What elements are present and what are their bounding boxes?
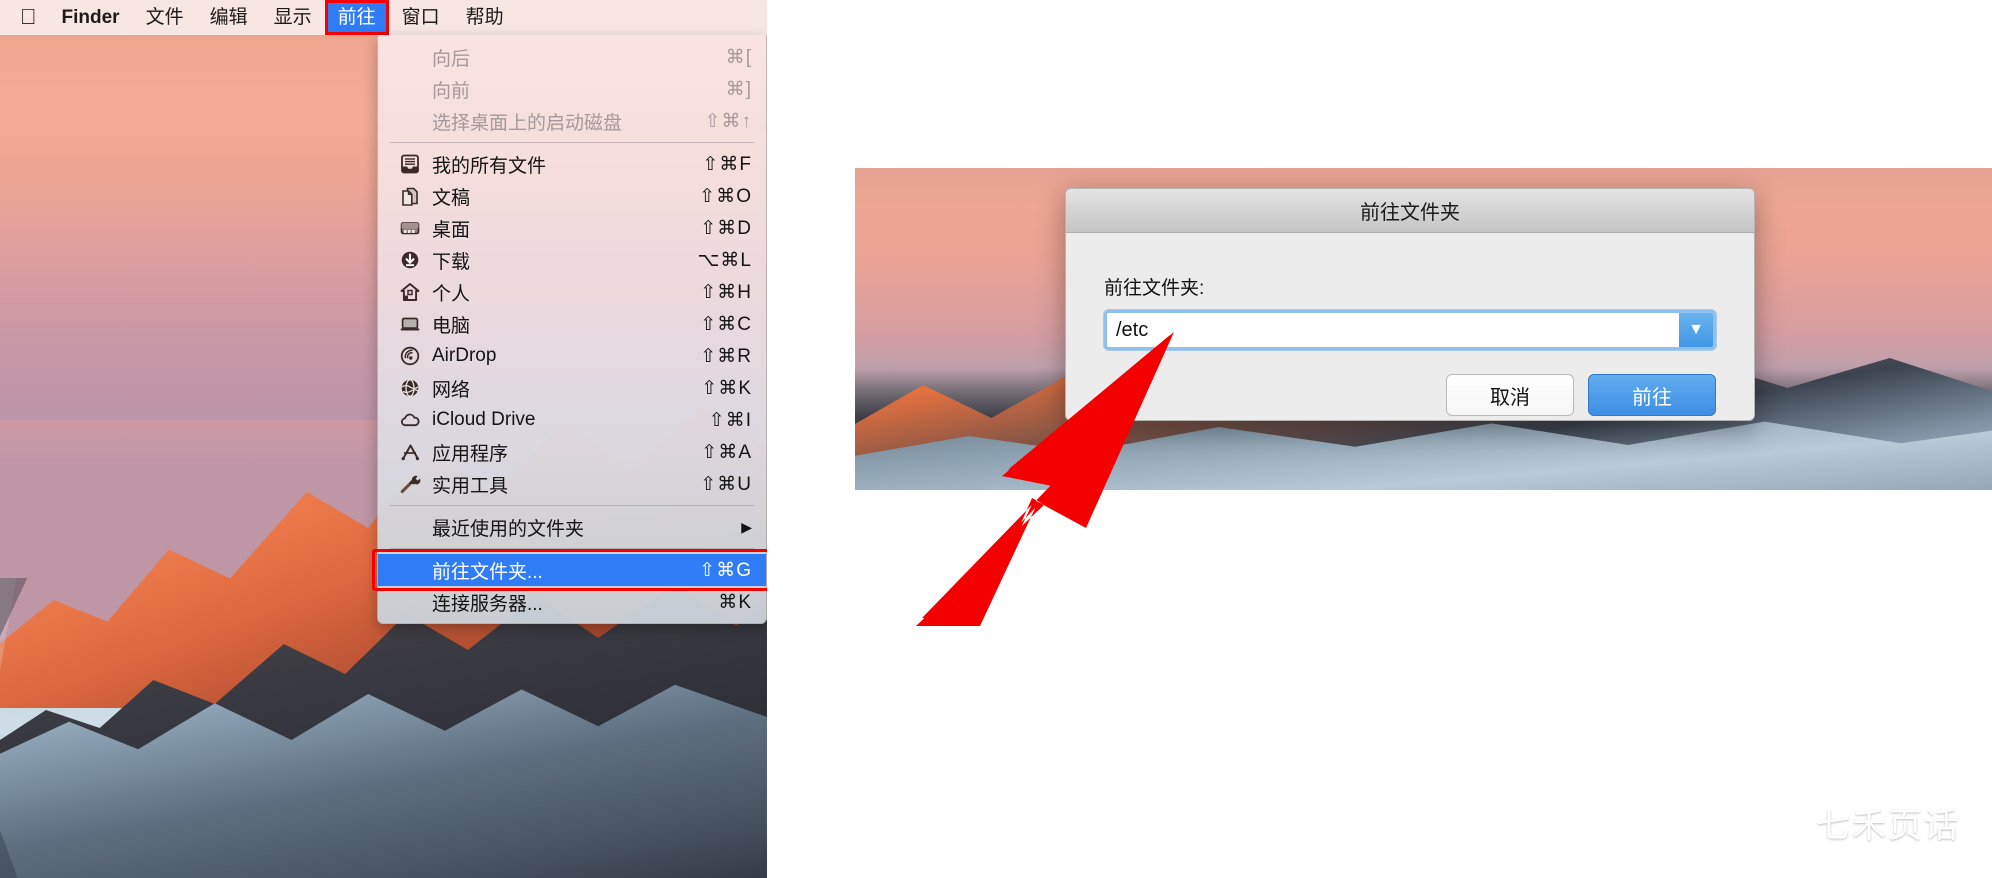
menu-item-computer-label: 电脑 — [432, 315, 471, 337]
go-button[interactable]: 前往 — [1588, 374, 1716, 416]
menu-item-documents[interactable]: 文稿 ⇧⌘O — [378, 180, 766, 212]
path-combobox[interactable]: /etc ▼ — [1104, 310, 1716, 350]
wechat-icon — [1748, 797, 1806, 848]
menu-item-applications[interactable]: 应用程序 ⇧⌘A — [378, 436, 766, 468]
menu-item-utilities-label: 实用工具 — [432, 475, 509, 497]
computer-icon — [396, 313, 424, 335]
menu-item-home-shortcut: ⇧⌘H — [700, 281, 752, 303]
menu-item-connect-to-server[interactable]: 连接服务器... ⌘K — [378, 586, 766, 618]
menu-item-recent-folders[interactable]: 最近使用的文件夹 ▶ — [378, 511, 766, 543]
menu-item-downloads[interactable]: 下载 ⌥⌘L — [378, 244, 766, 276]
apple-logo-icon[interactable]:  — [0, 0, 49, 35]
desktop-screenshot-left:  Finder 文件 编辑 显示 前往 窗口 帮助 向后 ⌘[ 向前 ⌘] — [0, 0, 767, 878]
menu-item-downloads-label: 下载 — [432, 251, 471, 273]
menu-item-computer-shortcut: ⇧⌘C — [700, 313, 752, 335]
path-input[interactable]: /etc — [1107, 319, 1679, 342]
menu-item-home-label: 个人 — [432, 283, 471, 305]
menu-item-go-to-folder[interactable]: 前往文件夹... ⇧⌘G — [372, 549, 767, 591]
menu-item-back[interactable]: 向后 ⌘[ — [378, 41, 766, 73]
menu-item-all-my-files-label: 我的所有文件 — [432, 155, 547, 177]
chevron-down-icon[interactable]: ▼ — [1679, 313, 1713, 347]
menu-item-connect-to-server-shortcut: ⌘K — [718, 591, 752, 613]
menubar-item-window[interactable]: 窗口 — [389, 0, 453, 35]
menu-item-desktop[interactable]: 桌面 ⇧⌘D — [378, 212, 766, 244]
menubar-item-help[interactable]: 帮助 — [453, 0, 517, 35]
menu-item-recent-folders-label: 最近使用的文件夹 — [432, 518, 585, 540]
menu-item-desktop-label: 桌面 — [432, 219, 471, 241]
menu-item-applications-label: 应用程序 — [432, 443, 509, 465]
menu-item-connect-to-server-label: 连接服务器... — [432, 593, 543, 615]
menubar-item-finder[interactable]: Finder — [49, 0, 133, 35]
submenu-arrow-icon: ▶ — [741, 518, 752, 535]
airdrop-icon — [396, 345, 424, 367]
go-dropdown-menu: 向后 ⌘[ 向前 ⌘] 选择桌面上的启动磁盘 ⇧⌘↑ 我的所有文件 ⇧⌘F 文稿… — [372, 35, 767, 624]
menu-item-utilities[interactable]: 实用工具 ⇧⌘U — [378, 468, 766, 500]
dialog-button-row: 取消 前往 — [1104, 374, 1716, 416]
menu-item-select-startup-disk-label: 选择桌面上的启动磁盘 — [432, 112, 623, 134]
menu-item-forward[interactable]: 向前 ⌘] — [378, 73, 766, 105]
menu-item-network[interactable]: 网络 ⇧⌘K — [378, 372, 766, 404]
home-icon — [396, 281, 424, 303]
menu-item-airdrop-label: AirDrop — [432, 345, 497, 366]
menu-item-airdrop-shortcut: ⇧⌘R — [700, 345, 752, 367]
menu-item-documents-label: 文稿 — [432, 187, 471, 209]
downloads-icon — [396, 249, 424, 271]
menu-item-back-label: 向后 — [432, 48, 471, 70]
menu-item-icloud-drive-label: iCloud Drive — [432, 409, 536, 430]
icloud-icon — [396, 409, 424, 431]
menu-item-go-to-folder-label: 前往文件夹... — [432, 561, 543, 583]
menu-item-home[interactable]: 个人 ⇧⌘H — [378, 276, 766, 308]
menubar-item-go-label: 前往 — [321, 7, 376, 28]
menu-item-documents-shortcut: ⇧⌘O — [699, 185, 752, 207]
menu-separator-1 — [390, 142, 754, 143]
menu-item-select-startup-disk[interactable]: 选择桌面上的启动磁盘 ⇧⌘↑ — [378, 105, 766, 137]
menu-item-all-my-files[interactable]: 我的所有文件 ⇧⌘F — [378, 148, 766, 180]
menu-item-go-to-folder-shortcut: ⇧⌘G — [699, 559, 752, 581]
applications-icon — [396, 441, 424, 463]
red-pointer-arrow — [916, 332, 1174, 626]
watermark-text: 七禾页话 — [1816, 807, 1960, 845]
menu-item-all-my-files-shortcut: ⇧⌘F — [702, 153, 752, 175]
screenshot-root:  Finder 文件 编辑 显示 前往 窗口 帮助 向后 ⌘[ 向前 ⌘] — [0, 0, 1992, 878]
menu-item-desktop-shortcut: ⇧⌘D — [700, 217, 752, 239]
menu-separator-3 — [390, 548, 754, 549]
menubar-item-file[interactable]: 文件 — [133, 0, 197, 35]
menu-separator-2 — [390, 505, 754, 506]
menu-bar:  Finder 文件 编辑 显示 前往 窗口 帮助 — [0, 0, 767, 35]
menu-item-select-startup-disk-shortcut: ⇧⌘↑ — [704, 110, 752, 132]
path-field-label: 前往文件夹: — [1104, 278, 1205, 299]
menu-item-network-shortcut: ⇧⌘K — [701, 377, 752, 399]
menu-item-icloud-drive[interactable]: iCloud Drive ⇧⌘I — [378, 404, 766, 436]
menu-item-airdrop[interactable]: AirDrop ⇧⌘R — [378, 340, 766, 372]
menubar-item-go[interactable]: 前往 — [321, 0, 389, 35]
menubar-item-view[interactable]: 显示 — [261, 0, 325, 35]
menu-item-utilities-shortcut: ⇧⌘U — [700, 473, 752, 495]
desktop-icon — [396, 217, 424, 239]
watermark: 七禾页话 — [1748, 797, 1960, 848]
cancel-button[interactable]: 取消 — [1446, 374, 1574, 416]
menu-item-computer[interactable]: 电脑 ⇧⌘C — [378, 308, 766, 340]
all-my-files-icon — [396, 153, 424, 175]
dialog-title: 前往文件夹 — [1066, 189, 1754, 233]
documents-icon — [396, 185, 424, 207]
menu-item-icloud-drive-shortcut: ⇧⌘I — [708, 409, 752, 431]
menu-item-forward-label: 向前 — [432, 80, 471, 102]
menubar-item-edit[interactable]: 编辑 — [197, 0, 261, 35]
menu-item-downloads-shortcut: ⌥⌘L — [697, 249, 752, 271]
menu-item-forward-shortcut: ⌘] — [725, 78, 752, 100]
network-icon — [396, 377, 424, 399]
menu-item-network-label: 网络 — [432, 379, 471, 401]
menu-item-applications-shortcut: ⇧⌘A — [701, 441, 752, 463]
utilities-icon — [396, 473, 424, 495]
menu-item-back-shortcut: ⌘[ — [725, 46, 752, 68]
